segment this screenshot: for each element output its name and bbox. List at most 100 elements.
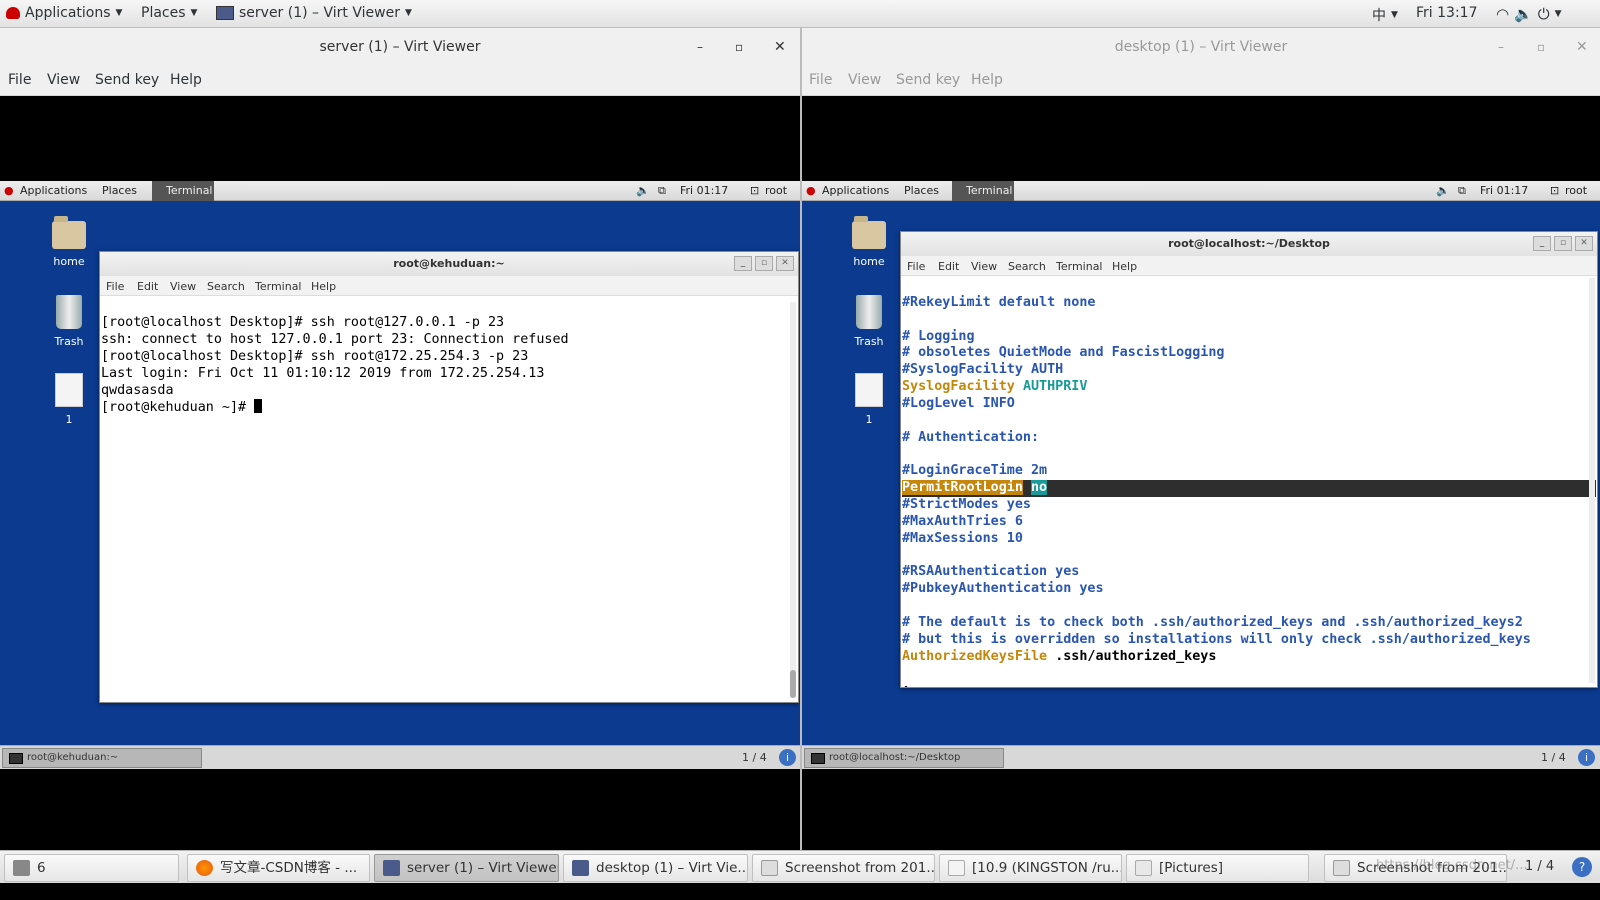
menu-view[interactable]: View bbox=[848, 72, 881, 88]
desktop-icon-file[interactable]: 1 bbox=[839, 373, 899, 426]
maximize-button[interactable]: ▫ bbox=[1537, 28, 1545, 66]
info-icon[interactable]: i bbox=[779, 749, 796, 766]
places-menu[interactable]: Places ▼ bbox=[141, 5, 197, 21]
guest-terminal-task[interactable]: Terminal bbox=[152, 181, 214, 201]
window-titlebar[interactable]: server (1) – Virt Viewer – ▫ ✕ bbox=[0, 28, 800, 66]
show-desktop-button[interactable]: 6 bbox=[4, 854, 179, 882]
menu-help[interactable]: Help bbox=[311, 280, 336, 293]
window-titlebar[interactable]: desktop (1) – Virt Viewer – ▫ ✕ bbox=[802, 28, 1600, 66]
config-key: AuthorizedKeysFile bbox=[902, 648, 1048, 664]
taskbar-item-screenshot[interactable]: Screenshot from 201... bbox=[752, 854, 935, 882]
icon-label: 1 bbox=[65, 413, 73, 426]
workspace-indicator[interactable]: 1 / 4 bbox=[742, 751, 767, 764]
menu-view[interactable]: View bbox=[170, 280, 196, 293]
menu-edit[interactable]: Edit bbox=[137, 280, 158, 293]
close-button[interactable]: ✕ bbox=[1575, 236, 1593, 251]
guest-user-menu[interactable]: root bbox=[765, 184, 787, 197]
desktop-icon-trash[interactable]: Trash bbox=[839, 295, 899, 348]
highlighted-config-line: PermitRootLogin no bbox=[902, 480, 1596, 497]
terminal-menu-bar: File Edit View Search Terminal Help bbox=[100, 276, 798, 296]
info-icon[interactable]: ? bbox=[1572, 857, 1592, 877]
workspace-indicator[interactable]: 1 / 4 bbox=[1525, 859, 1554, 874]
applications-menu[interactable]: Applications ▼ bbox=[6, 5, 122, 21]
guest-applications-menu[interactable]: Applications bbox=[20, 184, 87, 197]
guest-applications-menu[interactable]: Applications bbox=[822, 184, 889, 197]
terminal-prompt: [root@kehuduan ~]# bbox=[101, 400, 255, 416]
config-line: #RSAAuthentication yes bbox=[902, 564, 1080, 580]
menu-view[interactable]: View bbox=[47, 72, 80, 88]
guest-task-terminal[interactable]: root@kehuduan:~ bbox=[2, 748, 202, 768]
menu-help[interactable]: Help bbox=[971, 72, 1003, 88]
taskbar-item-pictures[interactable]: [Pictures] bbox=[1126, 854, 1309, 882]
active-window-menu[interactable]: server (1) – Virt Viewer ▼ bbox=[216, 5, 412, 21]
chevron-down-icon: ▼ bbox=[1391, 10, 1398, 20]
desktop-icon-file[interactable]: 1 bbox=[39, 373, 99, 426]
guest-screen[interactable]: ● Applications Places Terminal 🔈 ⧉ Fri 0… bbox=[0, 181, 800, 769]
terminal-window[interactable]: root@kehuduan:~ _ ▫ ✕ File Edit View Sea… bbox=[99, 251, 799, 703]
menu-file[interactable]: File bbox=[8, 72, 31, 88]
guest-terminal-task[interactable]: Terminal bbox=[952, 181, 1014, 201]
desktop-icon-home[interactable]: home bbox=[839, 216, 899, 268]
desktop-icon-trash[interactable]: Trash bbox=[39, 295, 99, 348]
file-icon bbox=[855, 373, 883, 407]
menu-file[interactable]: File bbox=[106, 280, 124, 293]
info-icon[interactable]: i bbox=[1578, 749, 1595, 766]
terminal-menu-bar: File Edit View Search Terminal Help bbox=[901, 256, 1597, 276]
menu-edit[interactable]: Edit bbox=[938, 260, 959, 273]
taskbar-item-desktop-viewer[interactable]: desktop (1) – Virt Vie... bbox=[563, 854, 748, 882]
guest-task-terminal[interactable]: root@localhost:~/Desktop bbox=[804, 748, 1004, 768]
monitor-icon bbox=[383, 860, 400, 876]
taskbar-item-gedit[interactable]: [10.9 (KINGSTON /ru... bbox=[939, 854, 1122, 882]
terminal-titlebar[interactable]: root@localhost:~/Desktop _ ▫ ✕ bbox=[901, 232, 1597, 256]
minimize-button[interactable]: – bbox=[1498, 28, 1504, 66]
close-button[interactable]: ✕ bbox=[776, 256, 794, 271]
taskbar-item-firefox[interactable]: 写文章-CSDN博客 - ... bbox=[187, 854, 370, 882]
guest-clock[interactable]: Fri 01:17 bbox=[1480, 184, 1528, 197]
taskbar-item-server-viewer[interactable]: server (1) – Virt Viewer bbox=[374, 854, 559, 882]
config-line: #SyslogFacility AUTH bbox=[902, 362, 1064, 378]
screen-bottom-edge bbox=[0, 883, 1600, 900]
menu-help[interactable]: Help bbox=[170, 72, 202, 88]
close-button[interactable]: ✕ bbox=[774, 28, 786, 66]
guest-user-menu[interactable]: root bbox=[1565, 184, 1587, 197]
minimize-button[interactable]: _ bbox=[1533, 236, 1551, 251]
guest-places-menu[interactable]: Places bbox=[904, 184, 939, 197]
menu-file[interactable]: File bbox=[809, 72, 832, 88]
system-tray[interactable]: ◠ 🔈 ⏻ ▼ bbox=[1496, 5, 1562, 23]
menu-file[interactable]: File bbox=[907, 260, 925, 273]
close-button[interactable]: ✕ bbox=[1576, 28, 1588, 66]
config-value: no bbox=[1031, 480, 1048, 496]
desktop-icon-home[interactable]: home bbox=[39, 216, 99, 268]
menu-terminal[interactable]: Terminal bbox=[255, 280, 302, 293]
menu-search[interactable]: Search bbox=[1008, 260, 1046, 273]
menu-search[interactable]: Search bbox=[207, 280, 245, 293]
terminal-titlebar[interactable]: root@kehuduan:~ _ ▫ ✕ bbox=[100, 252, 798, 276]
terminal-line: qwdasasda bbox=[101, 382, 174, 398]
menu-bar: File View Send key Help bbox=[0, 66, 800, 96]
file-icon bbox=[55, 373, 83, 407]
minimize-button[interactable]: – bbox=[697, 28, 703, 66]
guest-screen[interactable]: ● Applications Places Terminal 🔈 ⧉ Fri 0… bbox=[802, 181, 1600, 769]
menu-send-key[interactable]: Send key bbox=[896, 72, 960, 88]
terminal-scrollbar[interactable] bbox=[790, 302, 796, 698]
menu-terminal[interactable]: Terminal bbox=[1056, 260, 1103, 273]
guest-places-menu[interactable]: Places bbox=[102, 184, 137, 197]
maximize-button[interactable]: ▫ bbox=[1554, 236, 1572, 251]
menu-help[interactable]: Help bbox=[1112, 260, 1137, 273]
clock[interactable]: Fri 13:17 bbox=[1416, 5, 1477, 21]
terminal-scrollbar[interactable] bbox=[1589, 278, 1595, 683]
workspace-indicator[interactable]: 1 / 4 bbox=[1541, 751, 1566, 764]
guest-clock[interactable]: Fri 01:17 bbox=[680, 184, 728, 197]
menu-send-key[interactable]: Send key bbox=[95, 72, 159, 88]
menu-view[interactable]: View bbox=[971, 260, 997, 273]
config-line: # The default is to check both .ssh/auth… bbox=[902, 614, 1523, 630]
sshd-config-viewer[interactable]: #RekeyLimit default none # Logging # obso… bbox=[901, 276, 1597, 687]
terminal-output[interactable]: [root@localhost Desktop]# ssh root@127.0… bbox=[100, 296, 798, 453]
minimize-button[interactable]: _ bbox=[734, 256, 752, 271]
wifi-icon: ◠ bbox=[1496, 5, 1510, 23]
terminal-window[interactable]: root@localhost:~/Desktop _ ▫ ✕ File Edit… bbox=[900, 231, 1598, 688]
maximize-button[interactable]: ▫ bbox=[755, 256, 773, 271]
maximize-button[interactable]: ▫ bbox=[735, 28, 743, 66]
input-method-indicator[interactable]: 中 ▼ bbox=[1372, 5, 1398, 25]
pager-prompt: : bbox=[902, 682, 1596, 687]
